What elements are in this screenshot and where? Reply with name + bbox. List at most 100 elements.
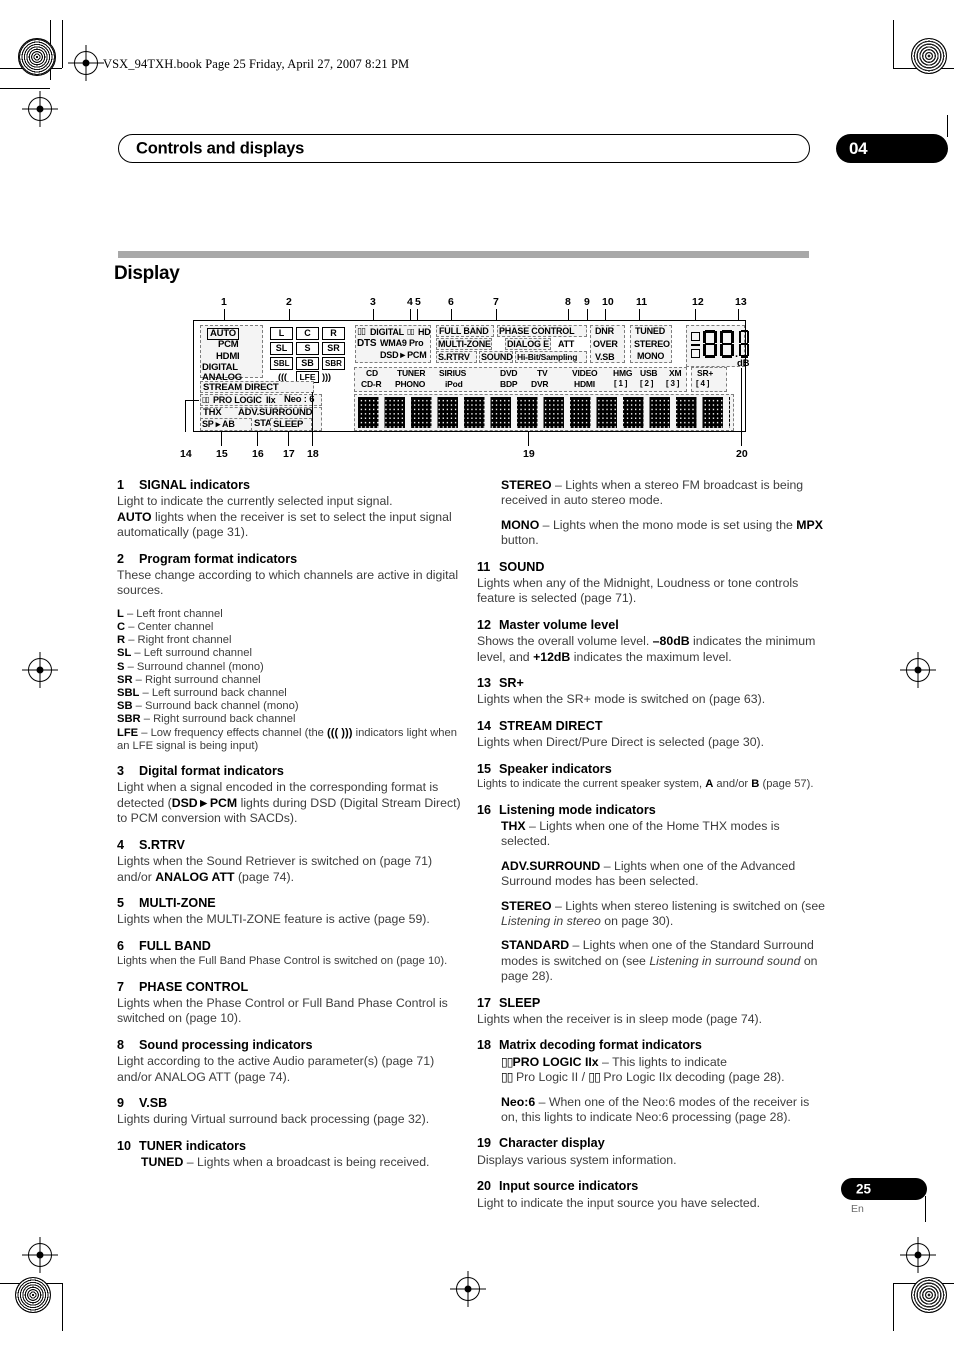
channel-box-c: C [296, 327, 319, 340]
crop-mark-top-left-v [62, 20, 64, 68]
item-1-body-2: lights when the receiver is set to selec… [117, 509, 452, 540]
callout-10: 10 [602, 296, 614, 308]
item-16-title: Listening mode indicators [499, 802, 656, 817]
channel-key-sbl: SBL [117, 687, 140, 700]
item-16-number: 16 [477, 802, 492, 817]
item-4-bold: ANALOG ATT [155, 869, 235, 884]
input-source-dvd-bottom: BDP [500, 379, 518, 389]
indicator-sleep: SLEEP [273, 419, 304, 430]
dolby-logo-icon-2: ▯▯ [501, 1070, 514, 1085]
indicator-att: ATT [558, 339, 575, 349]
item-13-heading: 13 SR+ [477, 676, 825, 691]
registration-target-left-mid [28, 658, 52, 682]
indicator-adv-surround: ADV.SURROUND [238, 407, 313, 418]
item-5-heading: 5 MULTI-ZONE [117, 896, 465, 911]
input-source-hmg-top: HMG [613, 368, 633, 378]
callout-18: 18 [307, 448, 319, 460]
item-16-stereo-text-2: on page 30). [600, 913, 674, 928]
item-8-heading: 8 Sound processing indicators [117, 1038, 465, 1053]
display-panel-figure: 1 2 3 4 5 6 7 8 9 10 11 12 13 AUTO PCM H… [180, 296, 760, 466]
indicator-pcm: PCM [218, 339, 239, 350]
input-source-tv-top: TV [537, 368, 548, 378]
item-9-number: 9 [117, 1095, 125, 1110]
registration-target-top-left [74, 51, 98, 75]
callout-9: 9 [584, 296, 590, 308]
item-14-number: 14 [477, 718, 492, 733]
item-14-body: Lights when Direct/Pure Direct is select… [477, 735, 765, 750]
item-16-thx-key: THX [501, 818, 526, 833]
item-12-body-1: Shows the overall volume level. [477, 634, 653, 649]
callout-7: 7 [493, 296, 499, 308]
right-text-column: STEREO – Lights when a stereo FM broadca… [477, 478, 825, 1211]
indicator-dts: DTS [357, 338, 377, 349]
item-6-body: Lights when the Full Band Phase Control … [117, 955, 448, 968]
channel-text-sr: – Right surround channel [132, 673, 261, 686]
item-6-title: FULL BAND [139, 938, 211, 953]
item-8-title: Sound processing indicators [139, 1037, 313, 1052]
lcd-panel: AUTO PCM HDMI DIGITAL ANALOG L C R SL S … [193, 320, 749, 432]
item-17-title: SLEEP [499, 995, 541, 1010]
item-4-heading: 4 S.RTRV [117, 838, 465, 853]
leader-18 [312, 392, 313, 446]
callout-12: 12 [692, 296, 704, 308]
input-source-hmg-bottom: [ 1 ] [614, 379, 628, 388]
callout-8: 8 [565, 296, 571, 308]
channel-box-sl: SL [270, 342, 293, 355]
lfe-indicator-glyph-icon: ((( ))) [327, 726, 353, 739]
item-15-body: Lights to indicate the current speaker s… [477, 778, 825, 791]
item-1-number: 1 [117, 478, 125, 492]
channel-key-r: R [117, 634, 126, 647]
input-source-usb-bottom: [ 2 ] [640, 379, 654, 388]
item-19: 19 Character display Displays various sy… [477, 1136, 825, 1168]
crop-mark-top-left-h2 [0, 88, 50, 90]
indicator-phase-control: PHASE CONTROL [499, 326, 575, 336]
item-18-pl-text-1: – This lights to indicate [598, 1054, 727, 1069]
item-10-number: 10 [117, 1138, 132, 1153]
item-17: 17 SLEEP Lights when the receiver is in … [477, 996, 825, 1028]
item-19-number: 19 [477, 1136, 492, 1151]
item-10-mono-key: MONO [501, 517, 540, 532]
item-14-heading: 14 STREAM DIRECT [477, 719, 825, 734]
callout-13: 13 [735, 296, 747, 308]
leader-17 [288, 432, 289, 446]
item-14: 14 STREAM DIRECT Lights when Direct/Pure… [477, 719, 825, 751]
registration-target-bottom-right [906, 1243, 930, 1267]
item-16-heading: 16 Listening mode indicators [477, 803, 825, 818]
item-3-title: Digital format indicators [139, 764, 284, 779]
item-11-heading: 11 SOUND [477, 560, 825, 575]
item-18-heading: 18 Matrix decoding format indicators [477, 1038, 825, 1053]
item-5-body: Lights when the MULTI-ZONE feature is ac… [117, 912, 430, 927]
input-source-cd-bottom: CD-R [361, 379, 382, 389]
item-3: 3 Digital format indicators Light when a… [117, 764, 465, 827]
item-7-body: Lights when the Phase Control or Full Ba… [117, 995, 448, 1026]
dolby-logo-icon-3: ▯▯ [588, 1070, 601, 1085]
page-number: 25 [856, 1181, 872, 1197]
channel-key-l: L [117, 607, 124, 620]
item-6: 6 FULL BAND Lights when the Full Band Ph… [117, 939, 465, 969]
item-5-title: MULTI-ZONE [139, 895, 216, 910]
item-4: 4 S.RTRV Lights when the Sound Retriever… [117, 838, 465, 885]
indicator-s-rtrv: S.RTRV [438, 352, 470, 362]
chapter-number-tab: 04 [836, 134, 948, 163]
item-20: 20 Input source indicators Light to indi… [477, 1179, 825, 1211]
item-5-number: 5 [117, 895, 125, 910]
item-10-heading: 10 TUNER indicators [117, 1139, 465, 1154]
item-1-heading: 1 SIGNAL indicators [117, 478, 465, 493]
channel-key-sb: SB [117, 700, 133, 713]
item-7-number: 7 [117, 979, 125, 994]
item-15-heading: 15 Speaker indicators [477, 762, 825, 777]
item-7-title: PHASE CONTROL [139, 979, 249, 994]
item-16-stereo-text-1: – Lights when stereo listening is switch… [551, 898, 825, 913]
leader-19 [528, 432, 529, 446]
item-11-title: SOUND [499, 559, 545, 574]
callout-14: 14 [180, 448, 192, 460]
item-18-pro-logic: ▯▯PRO LOGIC IIx – This lights to indicat… [501, 1055, 825, 1086]
input-source-srplus-bottom: [ 4 ] [696, 379, 710, 388]
item-10-title: TUNER indicators [139, 1138, 247, 1153]
input-source-tv-bottom: DVR [531, 379, 549, 389]
item-12-body: Shows the overall volume level. –80dB in… [477, 634, 825, 665]
volume-digit-ones [720, 330, 734, 358]
indicator-dialog-e: DIALOG E [507, 339, 549, 349]
item-7: 7 PHASE CONTROL Lights when the Phase Co… [117, 980, 465, 1027]
item-16-stereo-key: STEREO [501, 898, 552, 913]
